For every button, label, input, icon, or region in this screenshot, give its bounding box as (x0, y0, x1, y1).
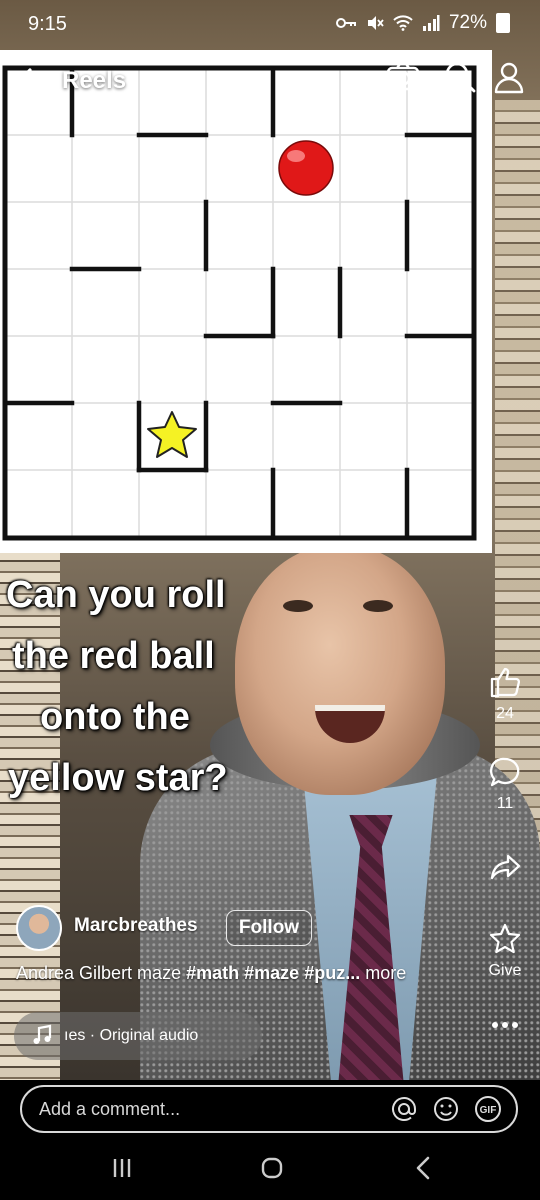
caption-line: Can you roll (6, 574, 226, 616)
share-icon[interactable] (488, 850, 522, 884)
home-icon[interactable] (252, 1148, 292, 1188)
author-row: Marcbreathes Follow (16, 905, 416, 951)
caption-line: the red ball (12, 635, 215, 677)
chevron-down-icon[interactable] (140, 66, 160, 92)
comment-placeholder: Add a comment... (39, 1099, 181, 1119)
hashtag[interactable]: #maze (244, 963, 299, 983)
comment-icon[interactable] (488, 755, 522, 789)
status-bar: 9:15 72% (0, 0, 540, 48)
recent-apps-icon[interactable] (102, 1148, 142, 1188)
more-options-button[interactable] (470, 1015, 540, 1035)
comment-button[interactable]: 11 (470, 755, 540, 813)
follow-button[interactable]: Follow (226, 910, 312, 946)
battery-icon (496, 13, 510, 33)
emoji-icon[interactable] (432, 1095, 460, 1123)
like-button[interactable]: 24 (470, 665, 540, 723)
author-name[interactable]: Marcbreathes (74, 915, 198, 937)
wifi-icon (393, 15, 413, 31)
share-button[interactable] (470, 850, 540, 884)
audio-label: ıes · Original audio (64, 1027, 199, 1044)
mute-icon (367, 16, 384, 30)
yellow-star (147, 411, 197, 458)
more-icon[interactable] (488, 1015, 522, 1035)
like-icon[interactable] (488, 665, 522, 699)
hashtag[interactable]: #puz... (304, 963, 360, 983)
post-description[interactable]: Andrea Gilbert maze #math #maze #puz... … (16, 963, 456, 984)
comment-input[interactable]: Add a comment... GIF (20, 1085, 518, 1133)
back-icon[interactable] (404, 1148, 444, 1188)
red-ball (278, 140, 334, 196)
maze-puzzle (0, 50, 492, 553)
camera-icon[interactable] (384, 58, 422, 96)
page-title[interactable]: Reels (62, 67, 126, 95)
caption-line: onto the (40, 696, 190, 738)
gif-icon[interactable]: GIF (474, 1095, 502, 1123)
video-caption: Can you roll the red ball onto the yello… (0, 565, 300, 809)
signal-icon (422, 15, 440, 31)
give-label: Give (488, 962, 522, 979)
give-button[interactable]: Give (470, 922, 540, 980)
caption-line: yellow star? (8, 757, 228, 799)
like-count: 24 (496, 705, 514, 722)
search-icon[interactable] (441, 58, 479, 96)
more-link[interactable]: more (365, 963, 406, 983)
hashtag[interactable]: #math (186, 963, 239, 983)
maze-grid (2, 65, 477, 541)
bottom-area: Add a comment... GIF (0, 1080, 540, 1200)
avatar[interactable] (16, 905, 62, 951)
status-time: 9:15 (28, 13, 67, 35)
top-bar: Reels (0, 52, 540, 108)
key-icon (335, 18, 356, 28)
music-note-icon (33, 1024, 52, 1044)
system-nav-bar (0, 1130, 540, 1200)
description-text: Andrea Gilbert maze (16, 963, 182, 983)
svg-text:GIF: GIF (480, 1105, 497, 1116)
mention-icon[interactable] (390, 1095, 418, 1123)
profile-icon[interactable] (490, 58, 528, 96)
comment-count: 11 (496, 795, 514, 812)
audio-pill[interactable]: ıes · Original audio (14, 1012, 262, 1060)
give-icon[interactable] (488, 922, 522, 956)
battery-percent: 72% (448, 12, 487, 33)
back-arrow-icon[interactable] (14, 64, 48, 98)
